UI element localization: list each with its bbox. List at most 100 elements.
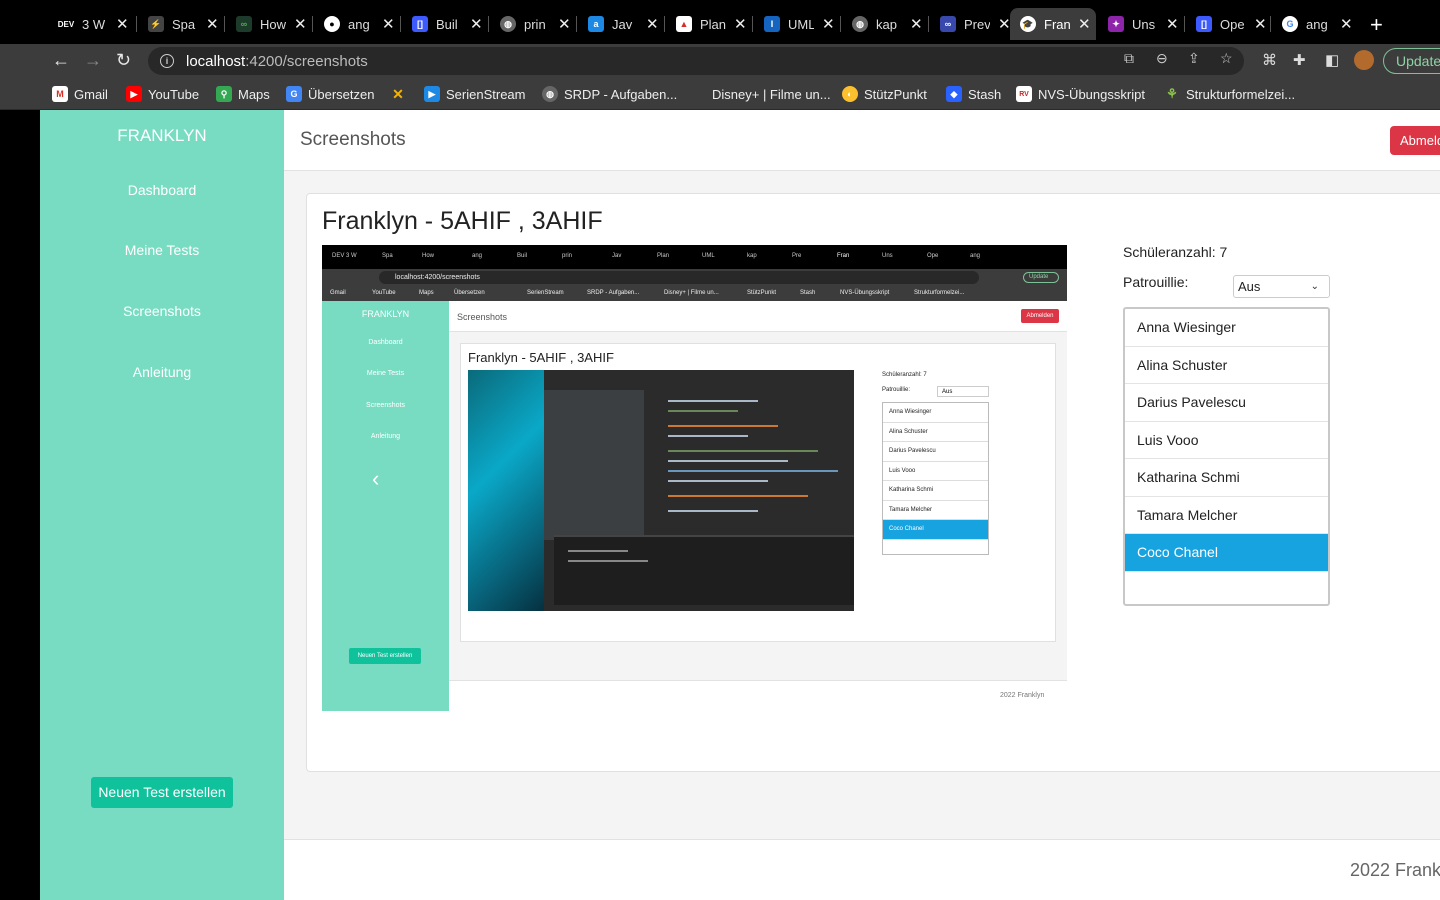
browser-tab[interactable]: I UML ✕ bbox=[754, 8, 835, 40]
sidepanel-icon[interactable]: ◧ bbox=[1325, 51, 1339, 69]
mini-main: Screenshots Abmelden Franklyn - 5AHIF , … bbox=[449, 301, 1067, 711]
google-icon: G bbox=[1282, 16, 1298, 32]
close-icon[interactable]: ✕ bbox=[1078, 15, 1091, 33]
bookmark-strukturformel[interactable]: ⚘ Strukturformelzei... bbox=[1164, 86, 1295, 102]
uml-icon: I bbox=[764, 16, 780, 32]
nav-anleitung[interactable]: Anleitung bbox=[40, 364, 284, 380]
bookmark-disney[interactable]: Disney+ | Filme un... bbox=[690, 86, 831, 102]
mini-update-button: Update bbox=[1023, 272, 1059, 283]
student-item-selected[interactable]: Coco Chanel bbox=[1125, 534, 1328, 572]
translate-icon: G bbox=[286, 86, 302, 102]
a-icon: a bbox=[588, 16, 604, 32]
back-icon[interactable]: ← bbox=[52, 50, 70, 71]
bookmark-translate[interactable]: G Übersetzen bbox=[286, 86, 374, 102]
bookmark-maps[interactable]: ⚲ Maps bbox=[216, 86, 270, 102]
browser-tab[interactable]: ▲ Plan ✕ bbox=[666, 8, 747, 40]
zoom-icon[interactable]: ⊖ bbox=[1156, 50, 1168, 67]
spark-icon: ⚡ bbox=[148, 16, 164, 32]
puzzle-icon[interactable]: ✚ bbox=[1293, 51, 1306, 69]
nav-dashboard[interactable]: Dashboard bbox=[40, 182, 284, 198]
mini-chevron-left-icon: ‹ bbox=[372, 466, 380, 491]
browser-tab-active[interactable]: 🎓 Fran ✕ bbox=[1010, 8, 1096, 40]
close-icon[interactable]: ✕ bbox=[470, 15, 483, 33]
close-icon[interactable]: ✕ bbox=[1340, 15, 1353, 33]
student-item[interactable]: Luis Vooo bbox=[1125, 422, 1328, 459]
close-icon[interactable]: ✕ bbox=[646, 15, 659, 33]
close-icon[interactable]: ✕ bbox=[116, 15, 129, 33]
close-icon[interactable]: ✕ bbox=[734, 15, 747, 33]
patrol-select-value: Aus bbox=[1238, 279, 1261, 294]
reload-icon[interactable]: ↻ bbox=[116, 50, 131, 71]
browser-tab[interactable]: ✦ Uns ✕ bbox=[1098, 8, 1179, 40]
bookmark-stuetzpunkt[interactable]: ◐ StützPunkt bbox=[842, 86, 927, 102]
bookmark-unnamed[interactable]: ✕ bbox=[390, 86, 412, 102]
new-test-button[interactable]: Neuen Test erstellen bbox=[91, 777, 233, 808]
sidebar: FRANKLYN Dashboard Meine Tests Screensho… bbox=[40, 110, 284, 900]
browser-tab[interactable]: ◍ kap ✕ bbox=[842, 8, 923, 40]
student-item[interactable]: Tamara Melcher bbox=[1125, 497, 1328, 534]
address-bar[interactable]: i localhost:4200/screenshots bbox=[148, 47, 1244, 75]
browser-tab[interactable]: [] Buil ✕ bbox=[402, 8, 483, 40]
chart-icon: ▲ bbox=[676, 16, 692, 32]
close-icon[interactable]: ✕ bbox=[998, 15, 1011, 33]
share-icon[interactable]: ⇪ bbox=[1188, 50, 1200, 67]
page: FRANKLYN Dashboard Meine Tests Screensho… bbox=[40, 110, 1440, 900]
bookmark-stash[interactable]: ◆ Stash bbox=[946, 86, 1001, 102]
browser-tab[interactable]: Gang ✕ bbox=[1272, 8, 1353, 40]
star-icon[interactable]: ☆ bbox=[1220, 50, 1233, 67]
student-item[interactable]: Katharina Schmi bbox=[1125, 459, 1328, 497]
mini-bookmarks: Gmail YouTube Maps Übersetzen SerienStre… bbox=[322, 286, 1067, 301]
logout-button[interactable]: Abmelden bbox=[1390, 126, 1440, 155]
stuetzpunkt-icon: ◐ bbox=[842, 86, 858, 102]
browser-tab[interactable]: ⚡ Spa ✕ bbox=[138, 8, 219, 40]
bookmark-srdp[interactable]: ◍ SRDP - Aufgaben... bbox=[542, 86, 677, 102]
browser-toolbar: ← → ↻ i localhost:4200/screenshots ⧉ ⊖ ⇪… bbox=[0, 44, 1440, 78]
browser-tab[interactable]: ● ang ✕ bbox=[314, 8, 395, 40]
close-icon[interactable]: ✕ bbox=[1254, 15, 1267, 33]
main-content: Screenshots Abmelden Franklyn - 5AHIF , … bbox=[284, 110, 1440, 900]
student-list[interactable]: Anna Wiesinger Alina Schuster Darius Pav… bbox=[1123, 307, 1330, 606]
translate-icon[interactable]: ⧉ bbox=[1124, 50, 1134, 67]
bookmark-nvs[interactable]: RV NVS-Übungsskript bbox=[1016, 86, 1145, 102]
url-host: localhost bbox=[186, 52, 246, 70]
github-icon: ● bbox=[324, 16, 340, 32]
close-icon[interactable]: ✕ bbox=[558, 15, 571, 33]
info-icon[interactable]: i bbox=[160, 54, 174, 68]
close-icon[interactable]: ✕ bbox=[910, 15, 923, 33]
student-item[interactable]: Darius Pavelescu bbox=[1125, 384, 1328, 422]
browser-tab[interactable]: ◍ prin ✕ bbox=[490, 8, 571, 40]
update-button[interactable]: Update bbox=[1383, 48, 1440, 74]
student-item[interactable]: Anna Wiesinger bbox=[1125, 309, 1328, 347]
bookmark-youtube[interactable]: ▶ YouTube bbox=[126, 86, 199, 102]
disney-icon bbox=[690, 86, 706, 102]
close-icon[interactable]: ✕ bbox=[1166, 15, 1179, 33]
mini-sidebar: FRANKLYN Dashboard Meine Tests Screensho… bbox=[322, 301, 449, 711]
mini-toolbar: localhost:4200/screenshots Update bbox=[322, 269, 1067, 286]
profile-avatar[interactable] bbox=[1354, 50, 1374, 70]
browser-tab[interactable]: [] Ope ✕ bbox=[1186, 8, 1267, 40]
close-icon[interactable]: ✕ bbox=[382, 15, 395, 33]
browser-tab[interactable]: DEV 3 W ✕ bbox=[48, 8, 129, 40]
nav-meine-tests[interactable]: Meine Tests bbox=[40, 242, 284, 258]
close-icon[interactable]: ✕ bbox=[294, 15, 307, 33]
nvs-icon: RV bbox=[1016, 86, 1032, 102]
student-screenshot[interactable]: DEV 3 W Spa How ang Buil prin Jav Plan U… bbox=[322, 245, 1067, 711]
student-count: Schüleranzahl: 7 bbox=[1123, 244, 1228, 260]
close-icon[interactable]: ✕ bbox=[822, 15, 835, 33]
close-icon[interactable]: ✕ bbox=[206, 15, 219, 33]
nav-screenshots[interactable]: Screenshots bbox=[40, 303, 284, 319]
footer: 2022 Franklyn bbox=[284, 839, 1440, 900]
browser-tab[interactable]: a Jav ✕ bbox=[578, 8, 659, 40]
new-tab-icon[interactable]: + bbox=[1370, 12, 1383, 38]
play-icon: ▶ bbox=[424, 86, 440, 102]
bookmark-serienstream[interactable]: ▶ SerienStream bbox=[424, 86, 525, 102]
bookmark-gmail[interactable]: M Gmail bbox=[52, 86, 108, 102]
infinity-icon: ∞ bbox=[236, 16, 252, 32]
brand-logo[interactable]: FRANKLYN bbox=[40, 126, 284, 146]
patrol-select[interactable]: Aus ⌄ bbox=[1233, 275, 1330, 298]
browser-tab[interactable]: ∞ Prev ✕ bbox=[930, 8, 1011, 40]
student-item[interactable]: Alina Schuster bbox=[1125, 347, 1328, 384]
forward-icon[interactable]: → bbox=[84, 50, 102, 71]
browser-tab[interactable]: ∞ How ✕ bbox=[226, 8, 307, 40]
extension-icon[interactable]: ⌘ bbox=[1262, 51, 1277, 69]
